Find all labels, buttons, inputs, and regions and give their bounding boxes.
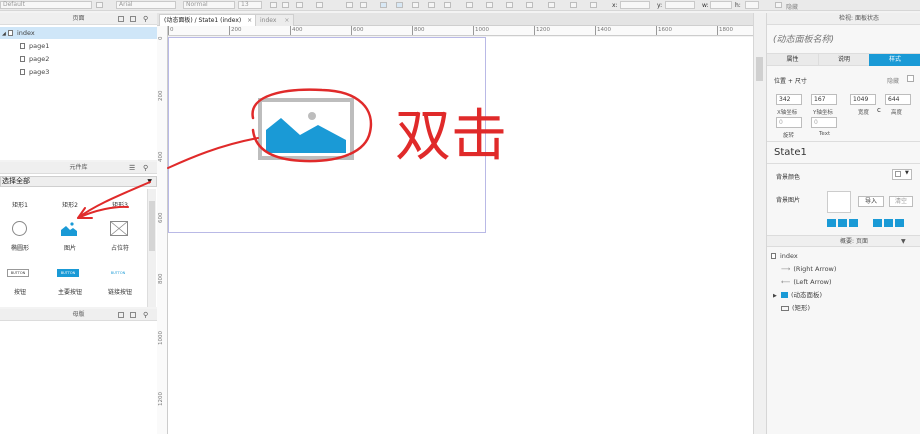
right-arrow-icon: ⟶ bbox=[781, 265, 791, 273]
bg-image-label: 背景图片 bbox=[776, 197, 801, 204]
x-coordinate-field[interactable]: 342 bbox=[776, 94, 802, 105]
y-coordinate-field[interactable]: 167 bbox=[811, 94, 837, 105]
width-label: 宽度 bbox=[858, 110, 870, 116]
annotation-line bbox=[167, 137, 259, 169]
left-arrow-icon: ⟵ bbox=[781, 278, 791, 286]
valign-middle-icon[interactable] bbox=[884, 219, 893, 227]
position-size-label: 位置 + 尺寸 bbox=[774, 78, 807, 85]
tab-style[interactable]: 样式 bbox=[869, 54, 920, 66]
expand-triangle-icon[interactable]: ▶ bbox=[773, 293, 777, 299]
divider bbox=[767, 163, 920, 164]
bg-color-picker[interactable]: ▼ bbox=[892, 169, 912, 180]
state-name[interactable]: State1 bbox=[774, 147, 807, 158]
divider bbox=[767, 141, 920, 142]
align-left-icon[interactable] bbox=[827, 219, 836, 227]
outline-header: 概要: 页面 ▼ bbox=[767, 235, 920, 247]
chevron-down-icon: ▼ bbox=[905, 170, 909, 176]
rectangle-icon bbox=[781, 305, 789, 311]
hide-checkbox[interactable] bbox=[907, 75, 914, 82]
outline-item-label: (Left Arrow) bbox=[793, 278, 832, 286]
rotate-field[interactable]: 0 bbox=[776, 117, 802, 128]
height-field[interactable]: 644 bbox=[885, 94, 911, 105]
bg-color-label: 背景颜色 bbox=[776, 174, 801, 181]
inspector-panel: 检视: 面板状态 (动态面板名称) 属性 说明 样式 位置 + 尺寸 隐藏 34… bbox=[766, 13, 920, 434]
align-center-icon[interactable] bbox=[838, 219, 847, 227]
outline-item-label: (动态面板) bbox=[790, 291, 823, 299]
annotation-text: 双击 bbox=[395, 104, 507, 169]
outline-item-right-arrow[interactable]: ⟶ (Right Arrow) bbox=[781, 263, 836, 275]
valign-top-icon[interactable] bbox=[873, 219, 882, 227]
outline-item-label: index bbox=[780, 252, 798, 260]
text-rotate-label: Text bbox=[819, 131, 831, 137]
hide-label: 隐藏 bbox=[887, 78, 900, 85]
filter-icon[interactable]: ▼ bbox=[901, 236, 906, 248]
outline-item-left-arrow[interactable]: ⟵ (Left Arrow) bbox=[781, 276, 832, 288]
dynamic-panel-icon bbox=[780, 292, 788, 298]
text-rotate-field[interactable]: 0 bbox=[811, 117, 837, 128]
inspector-title: 检视: 面板状态 bbox=[839, 15, 879, 22]
align-right-icon[interactable] bbox=[849, 219, 858, 227]
clear-button[interactable]: 清空 bbox=[889, 196, 913, 207]
x-coordinate-label: X轴坐标 bbox=[777, 110, 798, 116]
outline-item-rectangle[interactable]: (矩形) bbox=[781, 302, 810, 314]
valign-bottom-icon[interactable] bbox=[895, 219, 904, 227]
image-widget-sun bbox=[308, 112, 316, 120]
outline-item-index[interactable]: index bbox=[771, 250, 798, 262]
import-button[interactable]: 导入 bbox=[858, 196, 884, 207]
outline-item-label: (矩形) bbox=[792, 304, 811, 312]
height-label: 高度 bbox=[891, 110, 903, 116]
inspector-tabs: 属性 说明 样式 bbox=[767, 53, 920, 66]
outline-item-label: (Right Arrow) bbox=[793, 265, 837, 273]
rotate-label: 旋转 bbox=[783, 133, 795, 139]
lock-ratio-icon[interactable]: ϲ bbox=[877, 106, 881, 114]
panel-name-field[interactable]: (动态面板名称) bbox=[773, 32, 834, 45]
bg-image-preview[interactable] bbox=[827, 191, 851, 213]
tab-notes[interactable]: 说明 bbox=[818, 54, 869, 66]
page-icon bbox=[771, 253, 776, 259]
width-field[interactable]: 1049 bbox=[850, 94, 876, 105]
outline-item-dynamic-panel[interactable]: ▶ (动态面板) bbox=[773, 289, 822, 301]
inspector-header: 检视: 面板状态 bbox=[767, 13, 920, 25]
color-swatch-icon bbox=[895, 171, 901, 177]
y-coordinate-label: Y轴坐标 bbox=[813, 110, 833, 116]
tab-properties[interactable]: 属性 bbox=[767, 54, 818, 66]
